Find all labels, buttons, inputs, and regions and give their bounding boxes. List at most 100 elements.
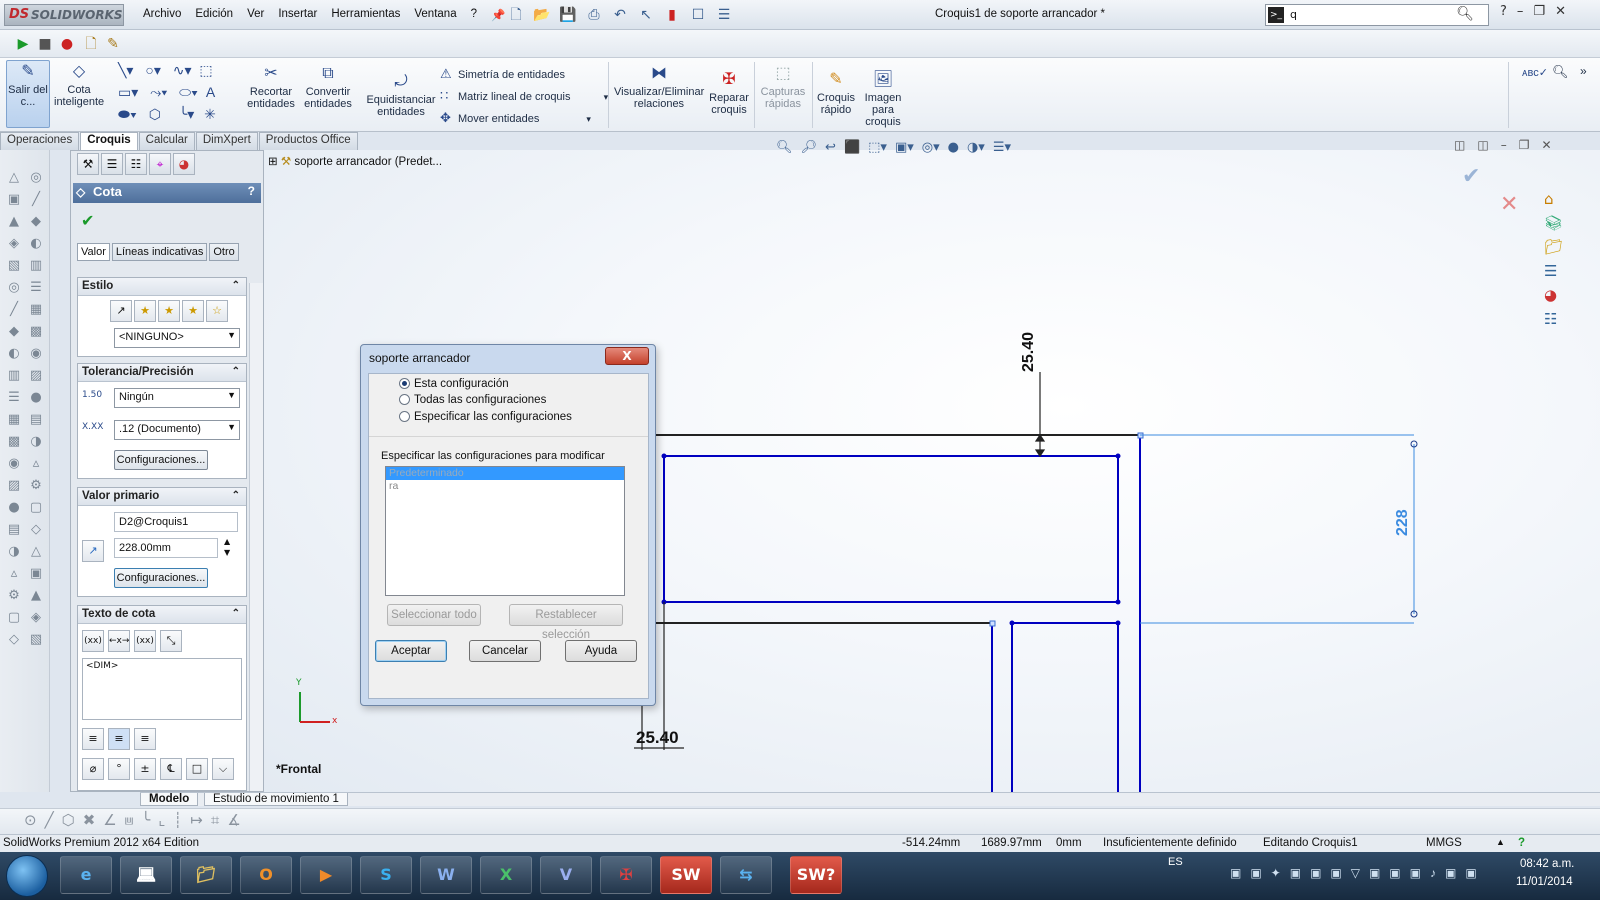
arc-icon[interactable]: ⤳▾ — [150, 84, 167, 100]
reset-selection-button[interactable]: Restablecer selección — [509, 604, 623, 641]
left-toolbar-tool-icon[interactable]: ⚙ — [28, 478, 44, 494]
move-entities-button[interactable]: ✥ Mover entidades ▾ — [440, 110, 591, 126]
tab-croquis[interactable]: Croquis — [80, 132, 138, 150]
dimension-name-field[interactable]: D2@Croquis1 — [114, 512, 238, 532]
centerline-icon[interactable]: ℄ — [160, 758, 182, 780]
grid-icon[interactable]: ⌗ — [211, 811, 219, 829]
add-style-icon[interactable]: ★ — [134, 300, 156, 322]
clock-date[interactable]: 11/01/2014 — [1516, 876, 1573, 888]
collapse-icon[interactable]: ⌃ — [232, 280, 240, 291]
property-manager-icon[interactable]: ☰ — [101, 153, 123, 175]
print-icon[interactable]: ⎙ — [583, 5, 605, 25]
search-input[interactable]: q — [1290, 8, 1297, 21]
dimension-228[interactable]: 228 — [1394, 509, 1412, 536]
polygon-icon[interactable]: ⬡ — [62, 811, 75, 829]
offset-entities-button[interactable]: ⤾ Equidistanciar entidades — [366, 72, 436, 118]
new-macro-icon[interactable]: 🗋 — [82, 35, 100, 53]
left-toolbar-tool-icon[interactable]: ▩ — [6, 434, 22, 450]
tolerance-config-button[interactable]: Configuraciones... — [114, 450, 208, 470]
tolerance-type-select[interactable]: Ningún ▼ — [114, 388, 240, 408]
convert-entities-button[interactable]: ⧉ Convertir entidades — [302, 64, 354, 110]
fillet-icon[interactable]: ╰▾ — [179, 106, 194, 122]
left-toolbar-tool-icon[interactable]: ◐ — [28, 236, 44, 252]
collapse-icon[interactable]: ⌃ — [232, 366, 240, 377]
left-toolbar-tool-icon[interactable]: ▤ — [6, 522, 22, 538]
left-toolbar-tool-icon[interactable]: ▨ — [6, 478, 22, 494]
left-toolbar-tool-icon[interactable]: ▵ — [6, 566, 22, 582]
excel-icon[interactable]: X — [480, 856, 532, 894]
cancel-button[interactable]: Cancelar — [469, 640, 541, 662]
tab-calcular[interactable]: Calcular — [138, 132, 195, 150]
offset-text-icon[interactable]: ⤡ — [160, 630, 182, 652]
point-icon[interactable]: ✳ — [204, 106, 216, 122]
left-toolbar-tool-icon[interactable]: △ — [6, 170, 22, 186]
minimize-icon[interactable]: – — [1517, 4, 1524, 19]
slot-icon[interactable]: ⬬▾ — [118, 106, 137, 122]
left-toolbar-tool-icon[interactable]: ▩ — [28, 324, 44, 340]
style-select[interactable]: <NINGUNO> ▼ — [114, 328, 240, 348]
left-toolbar-tool-icon[interactable]: ▵ — [28, 456, 44, 472]
left-toolbar-tool-icon[interactable]: ◆ — [28, 214, 44, 230]
left-toolbar-tool-icon[interactable]: ☰ — [28, 280, 44, 296]
left-toolbar-tool-icon[interactable]: ▥ — [6, 368, 22, 384]
spell-check-icon[interactable]: ᴀʙᴄ✓ — [1522, 66, 1548, 79]
edit-macro-icon[interactable]: ✎ — [104, 35, 122, 53]
file-explorer-icon[interactable]: 📁︎ — [180, 856, 232, 894]
delete-style-icon[interactable]: ★ — [158, 300, 180, 322]
radio-specify-configs[interactable]: Especificar las configuraciones — [399, 411, 572, 423]
left-toolbar-tool-icon[interactable]: ▧ — [28, 632, 44, 648]
tab-productos-office[interactable]: Productos Office — [258, 132, 358, 150]
align-left-icon[interactable]: ≡ — [82, 728, 104, 750]
value-spinner-icon[interactable]: ▲ ▼ — [224, 536, 230, 558]
trim-icon[interactable]: ✖ — [83, 811, 96, 829]
precision-select[interactable]: .12 (Documento) ▼ — [114, 420, 240, 440]
left-toolbar-tool-icon[interactable]: ☰ — [6, 390, 22, 406]
internet-explorer-icon[interactable]: e — [60, 856, 112, 894]
menu-ventana[interactable]: Ventana — [407, 8, 463, 22]
left-toolbar-tool-icon[interactable]: ◇ — [28, 522, 44, 538]
open-folder-icon[interactable]: 📂 — [531, 5, 553, 25]
tab-modelo[interactable]: Modelo — [140, 793, 199, 806]
left-toolbar-tool-icon[interactable]: ▲ — [28, 588, 44, 604]
solidworks-explorer-icon[interactable]: SW? — [790, 856, 842, 894]
pm-help-button[interactable]: ? — [248, 184, 255, 198]
left-toolbar-tool-icon[interactable]: ╱ — [28, 192, 44, 208]
tab-motion-study[interactable]: Estudio de movimiento 1 — [204, 793, 348, 806]
diameter-symbol-icon[interactable]: ⌀ — [82, 758, 104, 780]
left-toolbar-tool-icon[interactable]: ╱ — [6, 302, 22, 318]
display-manager-icon[interactable]: ◕ — [173, 153, 195, 175]
collapse-icon[interactable]: ⌃ — [232, 608, 240, 619]
dimension-value-field[interactable]: 228.00mm — [114, 538, 218, 558]
left-toolbar-tool-icon[interactable]: ▥ — [28, 258, 44, 274]
menu-ver[interactable]: Ver — [240, 8, 271, 22]
linear-pattern-button[interactable]: ∷ Matriz lineal de croquis ▾ — [440, 88, 608, 104]
select-pointer-icon[interactable]: ↖ — [635, 5, 657, 25]
dimension-text-area[interactable]: <DIM> — [82, 658, 242, 720]
polygon-icon[interactable]: ⬡ — [149, 106, 161, 122]
save-style-icon[interactable]: ★ — [182, 300, 204, 322]
tab-valor[interactable]: Valor — [77, 243, 110, 261]
ok-check-icon[interactable]: ✔ — [81, 211, 94, 230]
dimension-bottom[interactable]: 25.40 — [636, 728, 679, 748]
start-button[interactable] — [6, 855, 48, 897]
left-toolbar-tool-icon[interactable]: ▲ — [6, 214, 22, 230]
construction-icon[interactable]: ┊ — [173, 811, 182, 829]
laptop-icon[interactable]: 💻︎ — [120, 856, 172, 894]
apply-style-icon[interactable]: ↗ — [110, 300, 132, 322]
tab-lineas-indicativas[interactable]: Líneas indicativas — [111, 243, 208, 261]
line-icon[interactable]: ╲▾ — [118, 62, 133, 78]
search-box[interactable]: >_ q 🔍︎ — [1265, 4, 1489, 26]
exit-sketch-label[interactable]: ✎ Salir del c... — [6, 62, 50, 108]
line-icon[interactable]: ╱ — [45, 811, 54, 829]
clock-time[interactable]: 08:42 a.m. — [1520, 858, 1574, 870]
select-all-button[interactable]: Seleccionar todo — [387, 604, 481, 626]
rebuild-icon[interactable]: ▮ — [661, 5, 683, 25]
load-style-icon[interactable]: ☆ — [206, 300, 228, 322]
save-icon[interactable]: 💾 — [557, 5, 579, 25]
point-icon[interactable]: ⊙ — [24, 811, 37, 829]
menu-archivo[interactable]: Archivo — [136, 8, 188, 22]
word-icon[interactable]: W — [420, 856, 472, 894]
left-toolbar-tool-icon[interactable]: ◈ — [28, 610, 44, 626]
tray-icons[interactable]: ▣▣✦▣▣▣▽▣▣▣♪▣▣ — [1230, 866, 1486, 880]
pm-scrollbar[interactable] — [249, 283, 263, 791]
